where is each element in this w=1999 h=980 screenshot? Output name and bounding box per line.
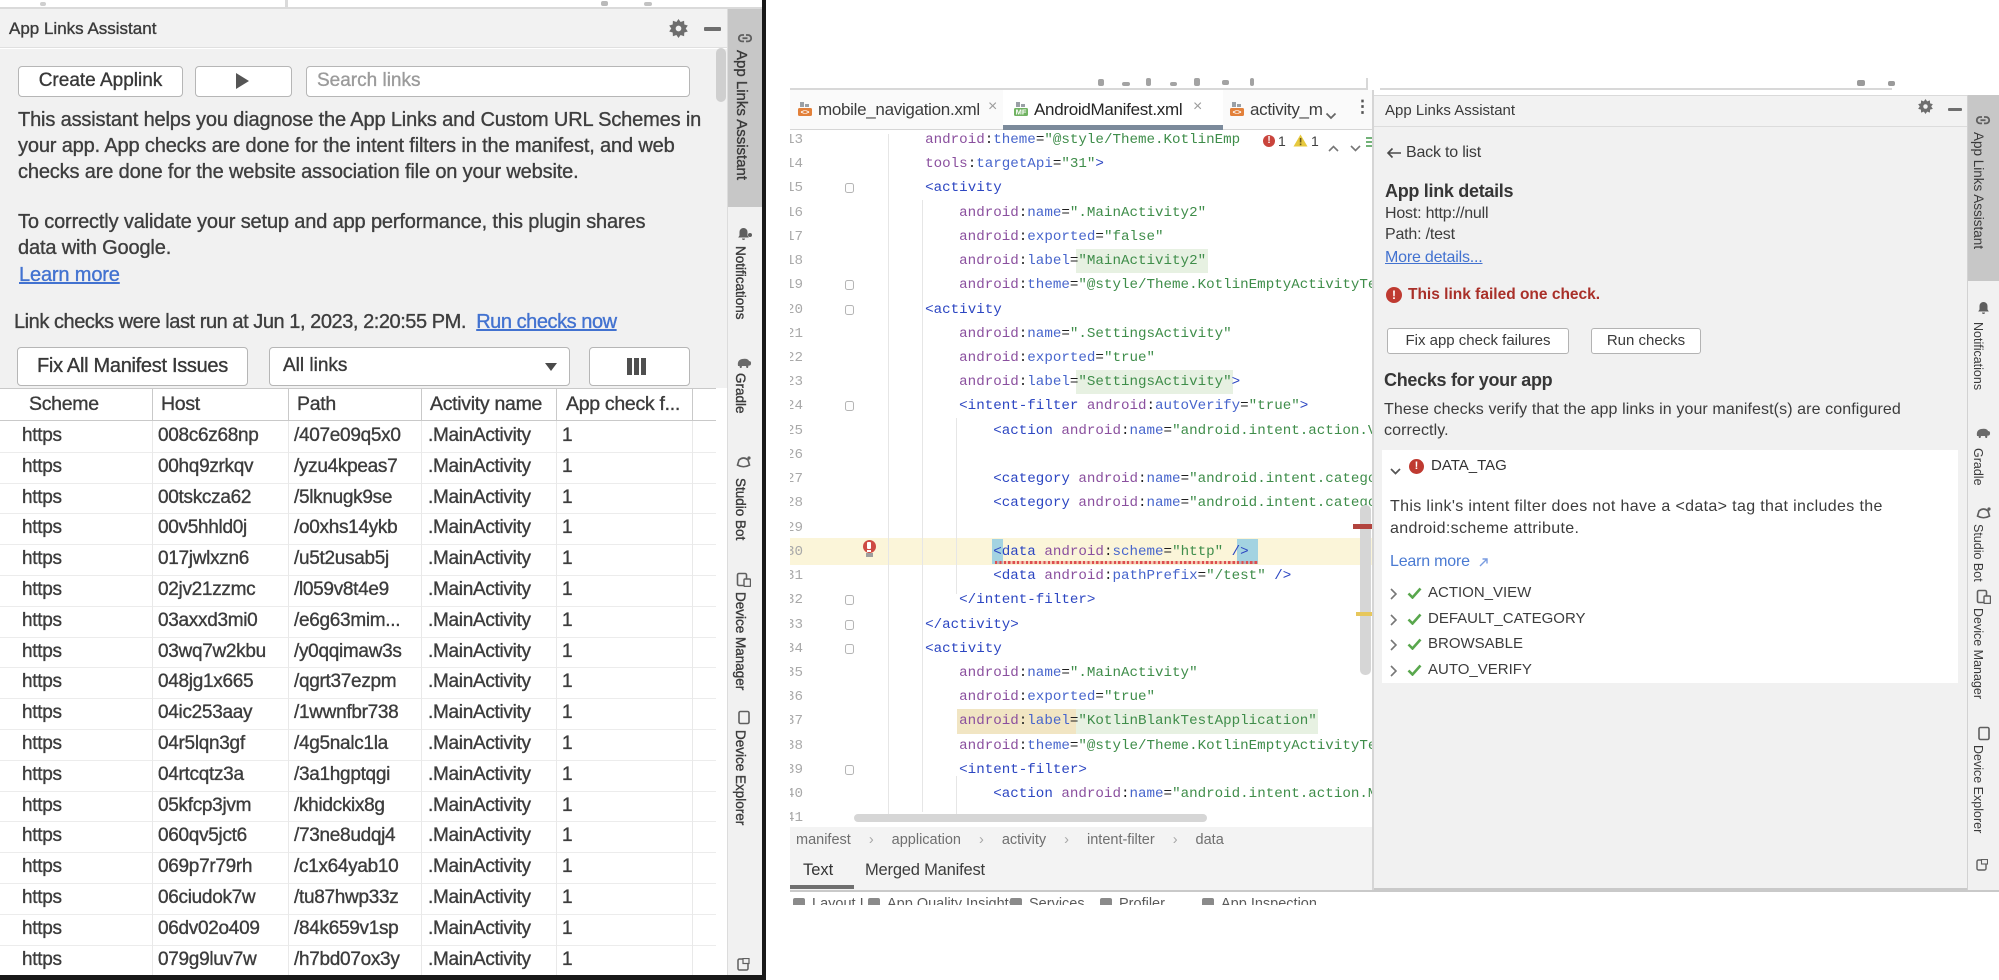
- svg-text:<>: <>: [1233, 107, 1242, 116]
- svg-text:MF: MF: [1016, 107, 1027, 116]
- svg-text:<>: <>: [801, 107, 810, 116]
